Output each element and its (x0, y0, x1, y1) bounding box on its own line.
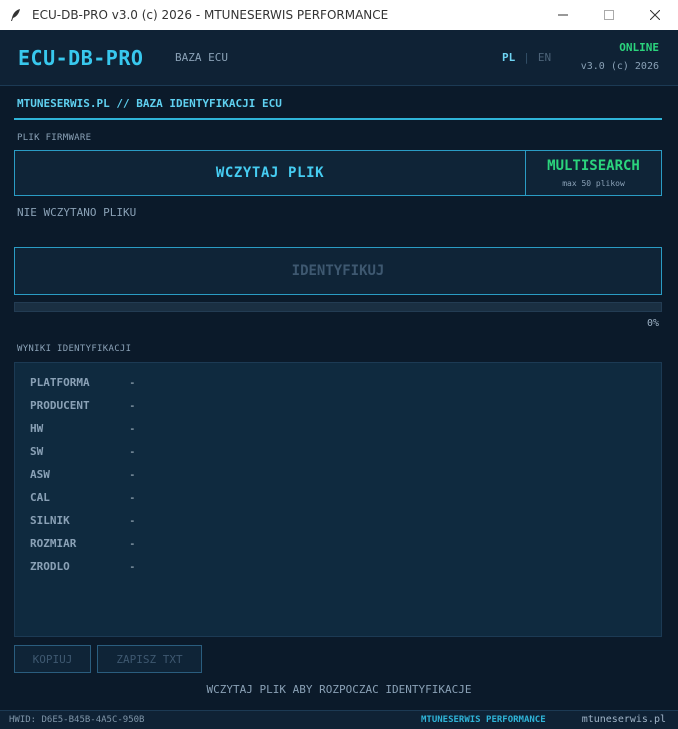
result-value: - (129, 468, 136, 481)
result-value: - (129, 491, 136, 504)
lang-separator: | (523, 51, 530, 64)
lang-en-button[interactable]: EN (538, 51, 551, 64)
result-value: - (129, 399, 136, 412)
breadcrumb-divider (14, 118, 662, 120)
result-row-platforma: PLATFORMA - (30, 376, 136, 389)
result-key: SW (30, 445, 44, 458)
load-file-button[interactable]: WCZYTAJ PLIK (15, 151, 525, 195)
header-subtitle: BAZA ECU (175, 51, 228, 64)
result-value: - (129, 514, 136, 527)
status-bar: HWID: D6E5-B45B-4A5C-950B MTUNESERWIS PE… (0, 710, 678, 729)
language-switcher: PL | EN (502, 51, 551, 64)
title-bar: ECU-DB-PRO v3.0 (c) 2026 - MTUNESERWIS P… (0, 0, 678, 30)
result-row-producent: PRODUCENT - (30, 399, 136, 412)
minimize-button[interactable] (540, 0, 586, 30)
result-row-silnik: SILNIK - (30, 514, 136, 527)
app-brand: ECU-DB-PRO (18, 46, 144, 70)
version-label: v3.0 (c) 2026 (580, 61, 659, 72)
footer-brand: MTUNESERWIS PERFORMANCE (421, 715, 546, 725)
result-key: ROZMIAR (30, 537, 77, 550)
multisearch-label: MULTISEARCH (547, 158, 640, 174)
progress-bar (14, 302, 662, 312)
results-panel: PLATFORMA - PRODUCENT - HW - SW - ASW - … (14, 362, 662, 637)
result-key: HW (30, 422, 44, 435)
result-key: CAL (30, 491, 50, 504)
minimize-icon (558, 14, 568, 16)
results-section-label: WYNIKI IDENTYFIKACJI (17, 344, 132, 354)
result-key: ASW (30, 468, 50, 481)
feather-icon (11, 9, 20, 21)
result-key: PRODUCENT (30, 399, 90, 412)
result-key: SILNIK (30, 514, 70, 527)
close-button[interactable] (632, 0, 678, 30)
website-link[interactable]: mtuneserwis.pl (582, 714, 666, 725)
result-row-sw: SW - (30, 445, 136, 458)
app-header: ECU-DB-PRO BAZA ECU PL | EN ONLINE v3.0 … (0, 30, 678, 86)
result-key: ZRODLO (30, 560, 70, 573)
hwid-label: HWID: D6E5-B45B-4A5C-950B (9, 715, 145, 725)
window-title: ECU-DB-PRO v3.0 (c) 2026 - MTUNESERWIS P… (32, 8, 389, 22)
result-row-cal: CAL - (30, 491, 136, 504)
result-value: - (129, 376, 136, 389)
maximize-button[interactable] (586, 0, 632, 30)
file-status: NIE WCZYTANO PLIKU (17, 206, 137, 219)
multisearch-button[interactable]: MULTISEARCH max 50 plikow (525, 151, 661, 195)
result-row-rozmiar: ROZMIAR - (30, 537, 136, 550)
result-row-asw: ASW - (30, 468, 136, 481)
save-txt-button[interactable]: ZAPISZ TXT (97, 645, 202, 673)
result-row-zrodlo: ZRODLO - (30, 560, 136, 573)
result-row-hw: HW - (30, 422, 136, 435)
result-value: - (129, 445, 136, 458)
hint-text: WCZYTAJ PLIK ABY ROZPOCZAC IDENTYFIKACJE (206, 683, 472, 696)
load-file-panel: WCZYTAJ PLIK MULTISEARCH max 50 plikow (14, 150, 662, 196)
status-badge: ONLINE (619, 41, 659, 54)
multisearch-sublabel: max 50 plikow (562, 179, 625, 188)
close-icon (650, 10, 660, 20)
lang-pl-button[interactable]: PL (502, 51, 515, 64)
firmware-section-label: PLIK FIRMWARE (17, 133, 92, 143)
result-value: - (129, 560, 136, 573)
result-value: - (129, 422, 136, 435)
result-value: - (129, 537, 136, 550)
identify-button[interactable]: IDENTYFIKUJ (14, 247, 662, 295)
copy-button[interactable]: KOPIUJ (14, 645, 91, 673)
maximize-icon (604, 10, 614, 20)
result-key: PLATFORMA (30, 376, 90, 389)
breadcrumb: MTUNESERWIS.PL // BAZA IDENTYFIKACJI ECU (17, 97, 282, 110)
progress-percent: 0% (646, 318, 659, 329)
